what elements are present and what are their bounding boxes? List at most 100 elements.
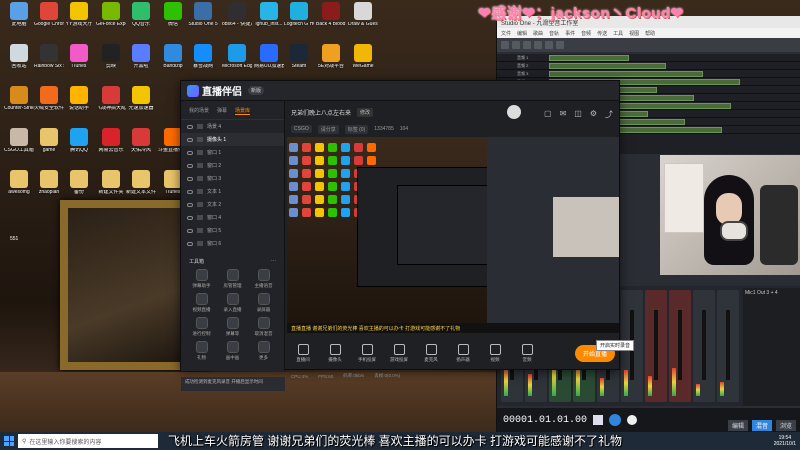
- desktop-icon[interactable]: 《战神搞大乱斗》: [96, 86, 126, 112]
- mixer-strip[interactable]: [693, 290, 715, 402]
- desktop-icon[interactable]: 开黑啦: [126, 44, 156, 70]
- visibility-icon[interactable]: [187, 137, 193, 142]
- mixer-strip[interactable]: [645, 290, 667, 402]
- desktop-icon[interactable]: Studio One 5: [188, 2, 218, 28]
- visibility-icon[interactable]: [187, 189, 193, 194]
- desktop-icon[interactable]: Rainbow Six Siege: [34, 44, 64, 70]
- desktop-icon[interactable]: zhaopian: [34, 170, 64, 196]
- desktop-icon[interactable]: Draw & Guess: [348, 2, 378, 28]
- record-icon[interactable]: [627, 415, 638, 425]
- scene-item[interactable]: 窗口 2: [181, 159, 284, 172]
- scene-item[interactable]: 场景 4: [181, 120, 284, 133]
- daw-track[interactable]: 音频 1: [497, 54, 800, 62]
- taskbar-search[interactable]: ⚲ 在这里输入你要搜索的内容: [18, 434, 158, 448]
- daw-menu-item[interactable]: 歌曲: [533, 30, 543, 37]
- toolbox-item[interactable]: 礼物: [187, 341, 216, 361]
- daw-menu-item[interactable]: 事件: [565, 30, 575, 37]
- toolbox-item[interactable]: 录入直播: [218, 293, 247, 313]
- audio-clip[interactable]: [549, 62, 666, 69]
- scene-item[interactable]: 摄像头 1: [181, 133, 284, 146]
- desktop-icon[interactable]: awesomg: [4, 170, 34, 196]
- room-tag[interactable]: 请分享: [317, 124, 339, 134]
- desktop-icon[interactable]: 天佑冷风: [126, 128, 156, 154]
- visibility-icon[interactable]: [187, 228, 193, 233]
- desktop-icon[interactable]: Logitech G HUB: [284, 2, 314, 28]
- desktop-icon[interactable]: Google Chrome: [34, 2, 64, 28]
- settings-icon[interactable]: ⚙: [590, 109, 597, 120]
- visibility-icon[interactable]: [187, 163, 193, 168]
- desktop-icon[interactable]: 网易UU加速器: [254, 44, 284, 70]
- live-control[interactable]: 扬声器: [451, 343, 475, 363]
- desktop-icon[interactable]: YY游戏大厅: [64, 2, 94, 28]
- desktop-icon[interactable]: iTunes: [64, 44, 94, 70]
- desktop-icon[interactable]: Steam: [284, 44, 314, 70]
- toolbox-item[interactable]: 画中画: [218, 341, 247, 361]
- toolbox-more-icon[interactable]: ⋯: [271, 258, 276, 265]
- toolbox-item[interactable]: 录屏器: [249, 293, 278, 313]
- daw-menu-item[interactable]: 帮助: [645, 30, 655, 37]
- lock-icon[interactable]: ▢: [544, 109, 552, 120]
- daw-menu-item[interactable]: 视图: [629, 30, 639, 37]
- daw-view-tab[interactable]: 浏览: [775, 420, 796, 431]
- daw-menu-item[interactable]: 音轨: [549, 30, 559, 37]
- scene-item[interactable]: 窗口 3: [181, 172, 284, 185]
- live-control[interactable]: 麦克风: [419, 343, 443, 363]
- daw-menu-item[interactable]: 文件: [501, 30, 511, 37]
- daw-tool-icon[interactable]: [501, 41, 509, 49]
- toolbox-item[interactable]: 弹幕等: [218, 317, 247, 337]
- mail-icon[interactable]: ✉: [560, 109, 567, 120]
- toolbox-item[interactable]: 取消混音: [249, 317, 278, 337]
- live-control[interactable]: 直播间: [291, 343, 315, 363]
- desktop-icon[interactable]: 备份: [64, 170, 94, 196]
- stop-icon[interactable]: [593, 415, 604, 425]
- desktop-icon[interactable]: lghub_inst...: [254, 2, 284, 28]
- scene-tab[interactable]: 场景库: [235, 107, 251, 115]
- toolbox-item[interactable]: 视频直播: [187, 293, 216, 313]
- clock[interactable]: 19:54 2021/10/1: [774, 435, 796, 447]
- desktop-icon[interactable]: 火绒安全软件: [34, 86, 64, 112]
- desktop-icon[interactable]: obs64 - 快捷方式: [222, 2, 252, 28]
- scene-tab[interactable]: 弹幕: [217, 107, 227, 115]
- windows-start-icon[interactable]: [4, 436, 14, 446]
- avatar[interactable]: [507, 105, 521, 119]
- desktop-icon[interactable]: 说话助手: [64, 86, 94, 112]
- stream-titlebar[interactable]: 直播伴侣 新版: [181, 81, 619, 101]
- daw-tool-icon[interactable]: [556, 41, 564, 49]
- scene-item[interactable]: 窗口 5: [181, 224, 284, 237]
- live-control[interactable]: 游戏投屏: [387, 343, 411, 363]
- toolbox-item[interactable]: 更多: [249, 341, 278, 361]
- desktop-icon[interactable]: QQ音乐: [126, 2, 156, 28]
- visibility-icon[interactable]: [187, 150, 193, 155]
- scene-item[interactable]: 文本 1: [181, 185, 284, 198]
- room-tag[interactable]: 标签 (0): [344, 124, 369, 134]
- desktop-icon[interactable]: game: [34, 128, 64, 154]
- daw-view-tab[interactable]: 编辑: [727, 420, 748, 431]
- daw-tool-icon[interactable]: [534, 41, 542, 49]
- desktop-icon[interactable]: 此电脑: [4, 2, 34, 28]
- desktop-icon[interactable]: 暴雪战网: [188, 44, 218, 70]
- desktop-icon[interactable]: Counter-Strike: Global Of...: [4, 86, 34, 112]
- desktop-icon[interactable]: 回收站: [4, 44, 34, 70]
- play-icon[interactable]: [609, 414, 622, 426]
- scene-tab[interactable]: 我的场景: [189, 107, 209, 115]
- daw-menu-item[interactable]: 编辑: [517, 30, 527, 37]
- room-edit-button[interactable]: 修改: [357, 107, 374, 117]
- scene-item[interactable]: 窗口 6: [181, 237, 284, 250]
- desktop-icon[interactable]: Microsoft Edge: [222, 44, 252, 70]
- share-icon[interactable]: ⤴: [605, 109, 613, 120]
- live-control[interactable]: 视频: [483, 343, 507, 363]
- desktop-icon[interactable]: 微信: [158, 2, 188, 28]
- desktop-icon[interactable]: GeForce Experience: [96, 2, 126, 28]
- desktop-icon[interactable]: 光速加速器: [126, 86, 156, 112]
- daw-tool-icon[interactable]: [545, 41, 553, 49]
- mixer-strip[interactable]: [669, 290, 691, 402]
- desktop-icon[interactable]: Back 4 Blood Beta: [316, 2, 346, 28]
- stream-companion-window[interactable]: 直播伴侣 新版 我的场景 弹幕 场景库 场景 4 摄像头 1 窗口 1 窗口 2 窗口 3 文…: [180, 80, 620, 391]
- scene-item[interactable]: 窗口 4: [181, 211, 284, 224]
- room-tag[interactable]: CSGO: [291, 125, 312, 133]
- scene-item[interactable]: 窗口 1: [181, 146, 284, 159]
- desktop-icon[interactable]: 腾讯QQ: [64, 128, 94, 154]
- toolbox-item[interactable]: 进行控制: [187, 317, 216, 337]
- desktop-icon[interactable]: CSGO工具箱1.0.3: [4, 128, 34, 154]
- daw-view-tab[interactable]: 混音: [751, 420, 772, 431]
